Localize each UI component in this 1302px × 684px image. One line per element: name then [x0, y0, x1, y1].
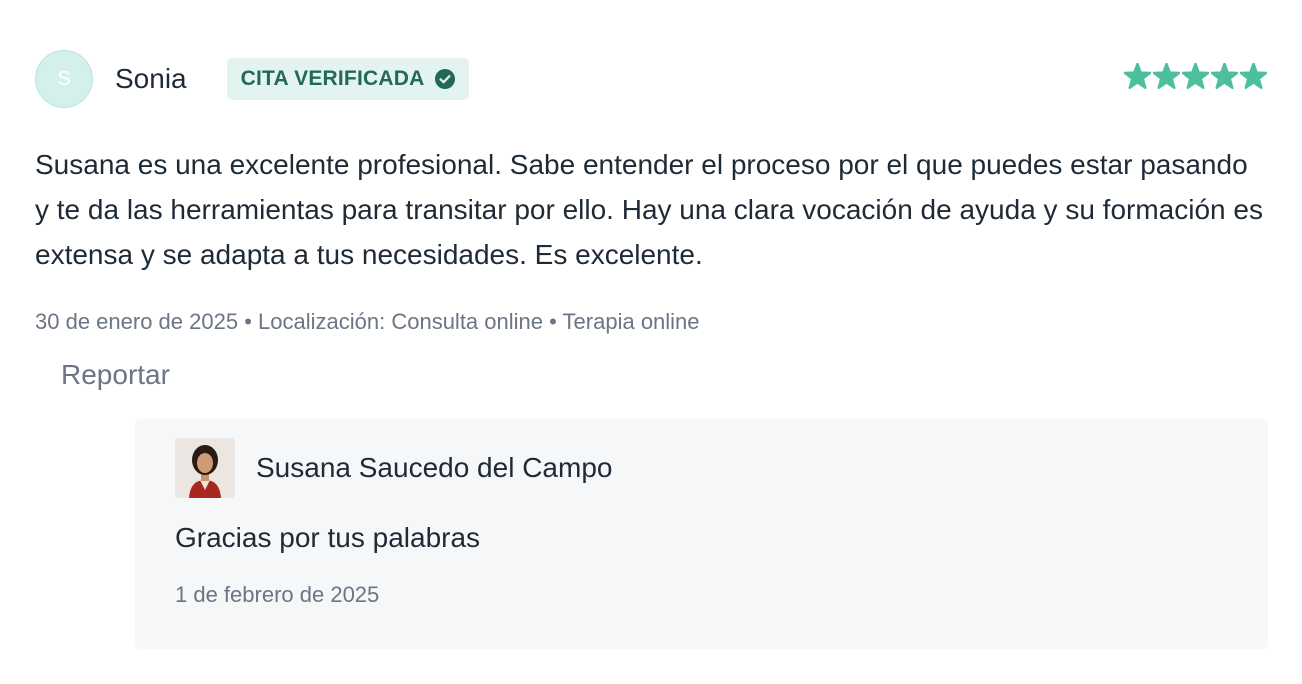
meta-separator: •: [549, 309, 557, 334]
reply-text: Gracias por tus palabras: [175, 522, 481, 553]
star-rating: [1123, 61, 1268, 90]
star-icon: [1210, 61, 1239, 90]
check-circle-icon: [435, 69, 456, 89]
reply-author-name: Susana Saucedo del Campo: [256, 452, 613, 483]
avatar: S: [35, 50, 93, 108]
doctor-avatar: [175, 438, 235, 498]
report-link[interactable]: Reportar: [61, 359, 170, 391]
reply-date: 1 de febrero de 2025: [175, 582, 380, 607]
star-icon: [1181, 61, 1210, 90]
star-icon: [1239, 61, 1268, 90]
reply-header: Susana Saucedo del Campo: [175, 438, 1228, 498]
verified-badge-label: CITA VERIFICADA: [240, 67, 425, 90]
verified-badge: CITA VERIFICADA: [226, 58, 470, 100]
review-meta: 30 de enero de 2025 • Localización: Cons…: [35, 309, 1267, 335]
review-comment: Susana es una excelente profesional. Sab…: [35, 149, 1263, 270]
review-service: Terapia online: [562, 309, 700, 334]
review-header: S Sonia CITA VERIFICADA: [35, 48, 1268, 110]
star-icon: [1152, 61, 1181, 90]
reviewer-name: Sonia: [115, 63, 187, 94]
review-location: Localización: Consulta online: [258, 309, 543, 334]
meta-separator: •: [244, 309, 252, 334]
avatar-initial: S: [57, 67, 71, 90]
review-card: S Sonia CITA VERIFICADA Susana es una ex…: [35, 48, 1268, 391]
star-icon: [1123, 61, 1152, 90]
review-date: 30 de enero de 2025: [35, 309, 239, 334]
doctor-reply: Susana Saucedo del Campo Gracias por tus…: [135, 419, 1268, 649]
